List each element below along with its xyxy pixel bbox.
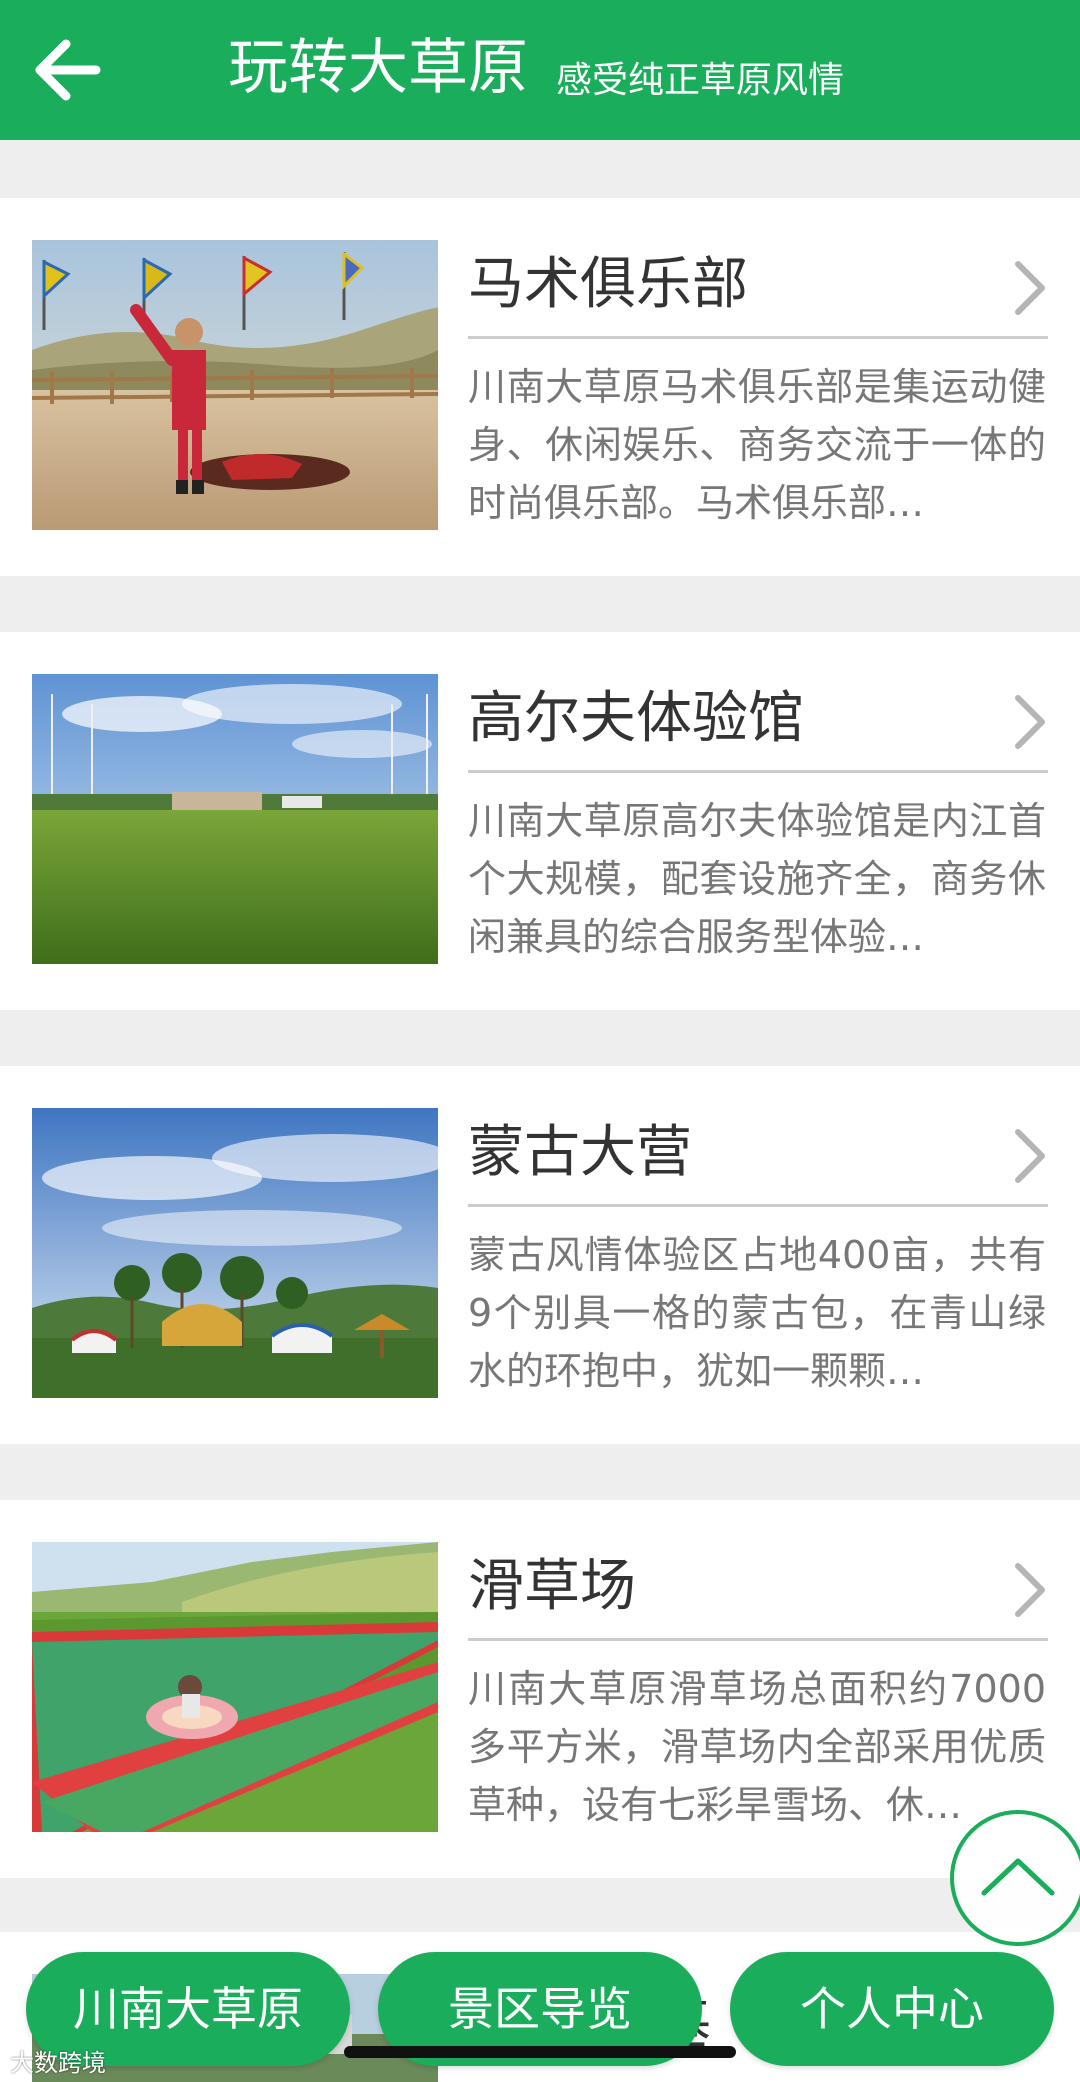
title-divider — [468, 336, 1048, 339]
title-divider — [468, 1638, 1048, 1641]
attraction-image-golf — [32, 674, 438, 964]
chevron-right-icon — [1015, 1129, 1045, 1183]
attraction-card-golf[interactable]: 高尔夫体验馆 川南大草原高尔夫体验馆是内江首个大规模，配套设施齐全，商务休闲兼具… — [0, 632, 1080, 1010]
attraction-image-mongolian-camp — [32, 1108, 438, 1398]
nav-button-user-center[interactable]: 个人中心 — [730, 1952, 1054, 2066]
attraction-card-mongolian-camp[interactable]: 蒙古大营 蒙古风情体验区占地400亩，共有9个别具一格的蒙古包，在青山绿水的环抱… — [0, 1066, 1080, 1444]
scroll-to-top-button[interactable] — [950, 1810, 1080, 1946]
attraction-description: 川南大草原高尔夫体验馆是内江首个大规模，配套设施齐全，商务休闲兼具的综合服务型体… — [468, 799, 1046, 959]
title-divider — [468, 770, 1048, 773]
page-title: 玩转大草原 — [228, 33, 528, 103]
chevron-right-icon — [1015, 695, 1045, 749]
attraction-description: 蒙古风情体验区占地400亩，共有9个别具一格的蒙古包，在青山绿水的环抱中，犹如一… — [468, 1233, 1046, 1393]
attraction-card-equestrian[interactable]: 马术俱乐部 川南大草原马术俱乐部是集运动健身、休闲娱乐、商务交流于一体的时尚俱乐… — [0, 198, 1080, 576]
app-header: 玩转大草原 感受纯正草原风情 — [0, 0, 1080, 140]
attraction-image-equestrian — [32, 240, 438, 530]
home-indicator[interactable] — [344, 2046, 736, 2058]
attraction-title: 滑草场 — [468, 1554, 636, 1619]
chevron-up-icon — [981, 1858, 1055, 1896]
attraction-title: 高尔夫体验馆 — [468, 686, 804, 751]
back-button[interactable] — [22, 28, 112, 112]
attraction-title: 蒙古大营 — [468, 1120, 692, 1185]
chevron-right-icon — [1015, 261, 1045, 315]
attraction-image-grass-sliding — [32, 1542, 438, 1832]
watermark-text: 大数跨境 — [10, 2049, 106, 2077]
attraction-title: 马术俱乐部 — [468, 252, 748, 317]
title-divider — [468, 1204, 1048, 1207]
arrow-left-icon — [35, 39, 101, 101]
attraction-card-grass-sliding[interactable]: 滑草场 川南大草原滑草场总面积约7000多平方米，滑草场内全部采用优质草种，设有… — [0, 1500, 1080, 1878]
page-subtitle: 感受纯正草原风情 — [556, 60, 845, 101]
attraction-description: 川南大草原马术俱乐部是集运动健身、休闲娱乐、商务交流于一体的时尚俱乐部。马术俱乐… — [468, 365, 1046, 525]
chevron-right-icon — [1015, 1563, 1045, 1617]
attraction-description: 川南大草原滑草场总面积约7000多平方米，滑草场内全部采用优质草种，设有七彩旱雪… — [468, 1667, 1046, 1827]
